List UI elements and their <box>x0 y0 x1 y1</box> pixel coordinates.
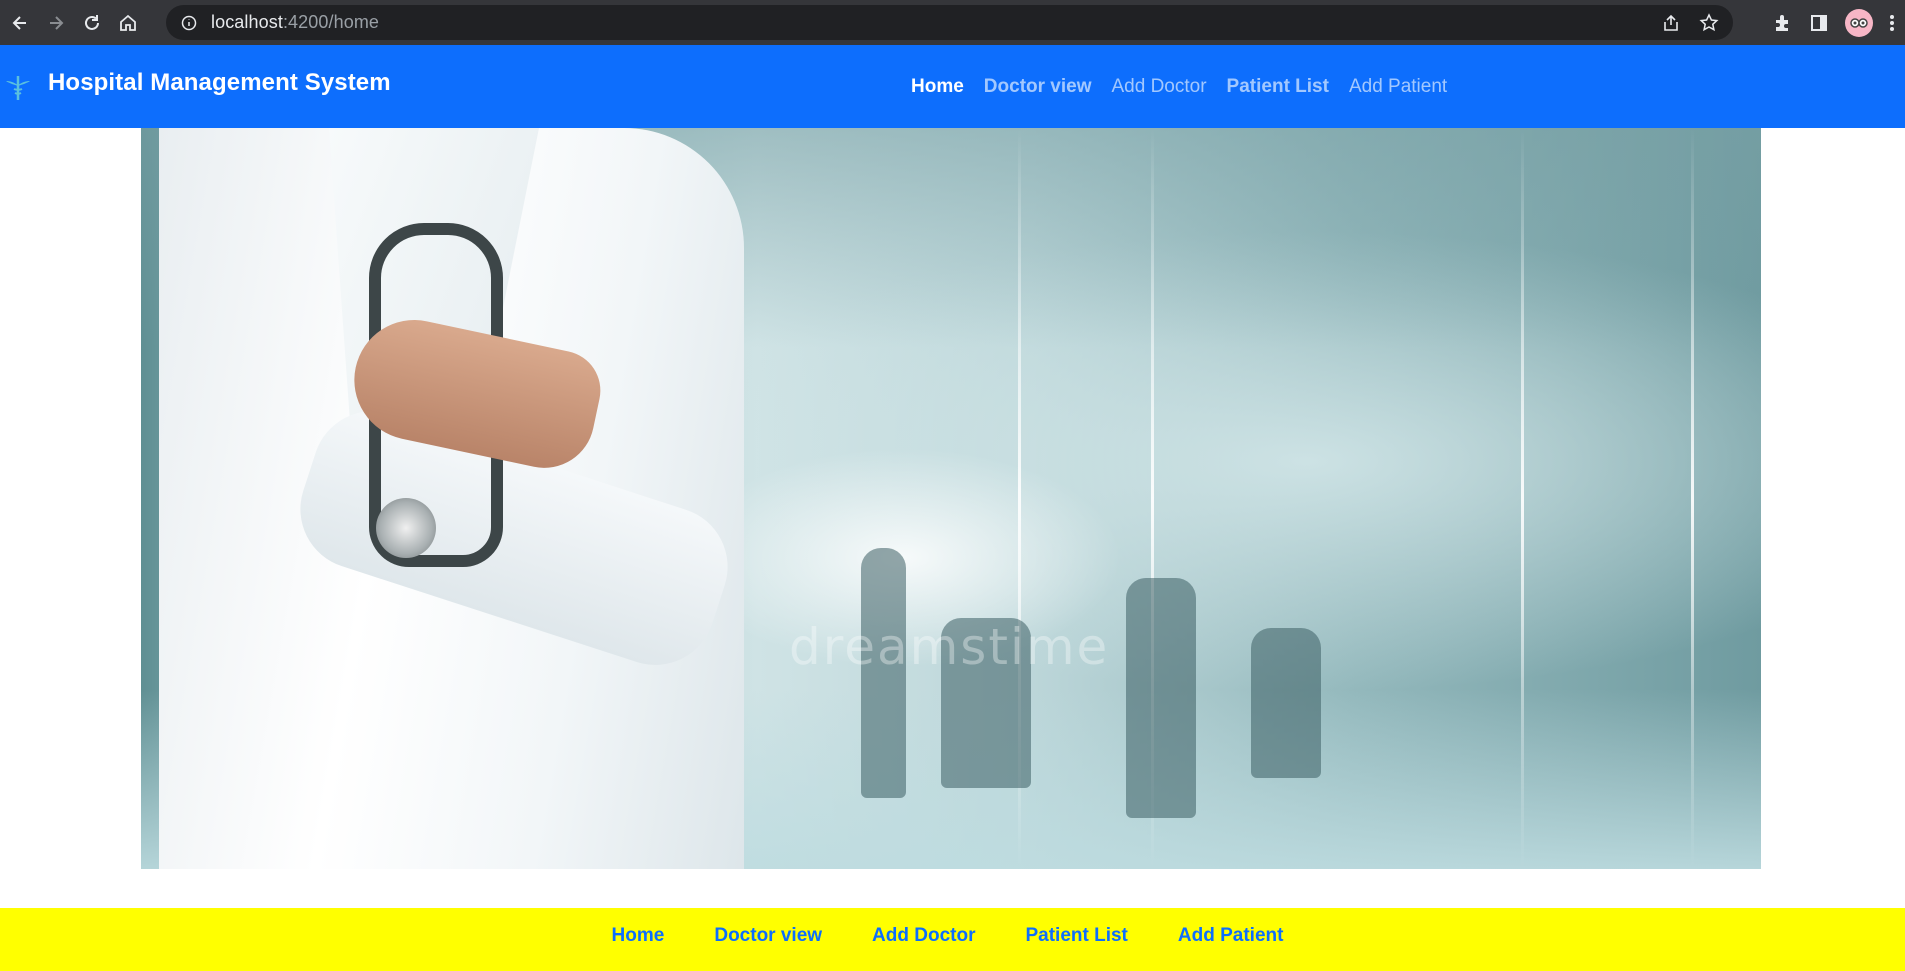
nav-link-patient-list[interactable]: Patient List <box>1227 76 1329 98</box>
light-streak <box>1691 128 1694 869</box>
home-button[interactable] <box>112 7 144 39</box>
brand[interactable]: Hospital Management System <box>0 45 391 128</box>
share-icon[interactable] <box>1661 13 1681 33</box>
bookmark-star-icon[interactable] <box>1699 12 1719 33</box>
light-streak <box>1521 128 1524 869</box>
nav-link-add-doctor[interactable]: Add Doctor <box>1112 76 1207 98</box>
url-text: localhost:4200/home <box>211 12 379 33</box>
extensions-puzzle-icon[interactable] <box>1773 13 1793 33</box>
footer-link-doctor-view[interactable]: Doctor view <box>714 925 822 947</box>
forward-button[interactable] <box>40 7 72 39</box>
profile-avatar-icon[interactable] <box>1845 8 1873 37</box>
footer-link-add-patient[interactable]: Add Patient <box>1178 925 1284 947</box>
back-button[interactable] <box>4 7 36 39</box>
background-person <box>1126 578 1196 818</box>
app-navbar: Hospital Management System Home Doctor v… <box>0 45 1905 128</box>
footer-link-patient-list[interactable]: Patient List <box>1025 925 1127 947</box>
kebab-menu-icon[interactable] <box>1889 13 1895 33</box>
url-host: localhost <box>211 12 283 32</box>
reload-icon <box>85 14 99 30</box>
footer-bar: Home Doctor view Add Doctor Patient List… <box>0 908 1905 971</box>
back-arrow-icon <box>12 15 26 30</box>
hero-image: dreamstime <box>141 128 1761 869</box>
watermark-text: dreamstime <box>789 618 1110 676</box>
app-title: Hospital Management System <box>48 68 391 96</box>
home-icon <box>120 14 136 31</box>
footer-links: Home Doctor view Add Doctor Patient List… <box>587 925 1309 947</box>
nav-link-add-patient[interactable]: Add Patient <box>1349 76 1447 98</box>
reload-button[interactable] <box>76 7 108 39</box>
address-bar[interactable]: localhost:4200/home <box>166 5 1733 40</box>
url-path: :4200/home <box>282 12 380 32</box>
navbar-links: Home Doctor view Add Doctor Patient List… <box>911 45 1467 128</box>
nav-link-doctor-view[interactable]: Doctor view <box>984 76 1092 98</box>
site-info-icon[interactable] <box>179 13 199 33</box>
footer-link-home[interactable]: Home <box>612 925 665 947</box>
side-panel-icon[interactable] <box>1809 13 1829 33</box>
caduceus-icon <box>2 71 34 103</box>
background-person-wheelchair <box>1251 628 1321 778</box>
forward-arrow-icon <box>50 15 64 30</box>
nav-link-home[interactable]: Home <box>911 76 964 98</box>
browser-toolbar: localhost:4200/home <box>0 0 1905 45</box>
footer-link-add-doctor[interactable]: Add Doctor <box>872 925 975 947</box>
stethoscope-chestpiece <box>376 498 436 558</box>
